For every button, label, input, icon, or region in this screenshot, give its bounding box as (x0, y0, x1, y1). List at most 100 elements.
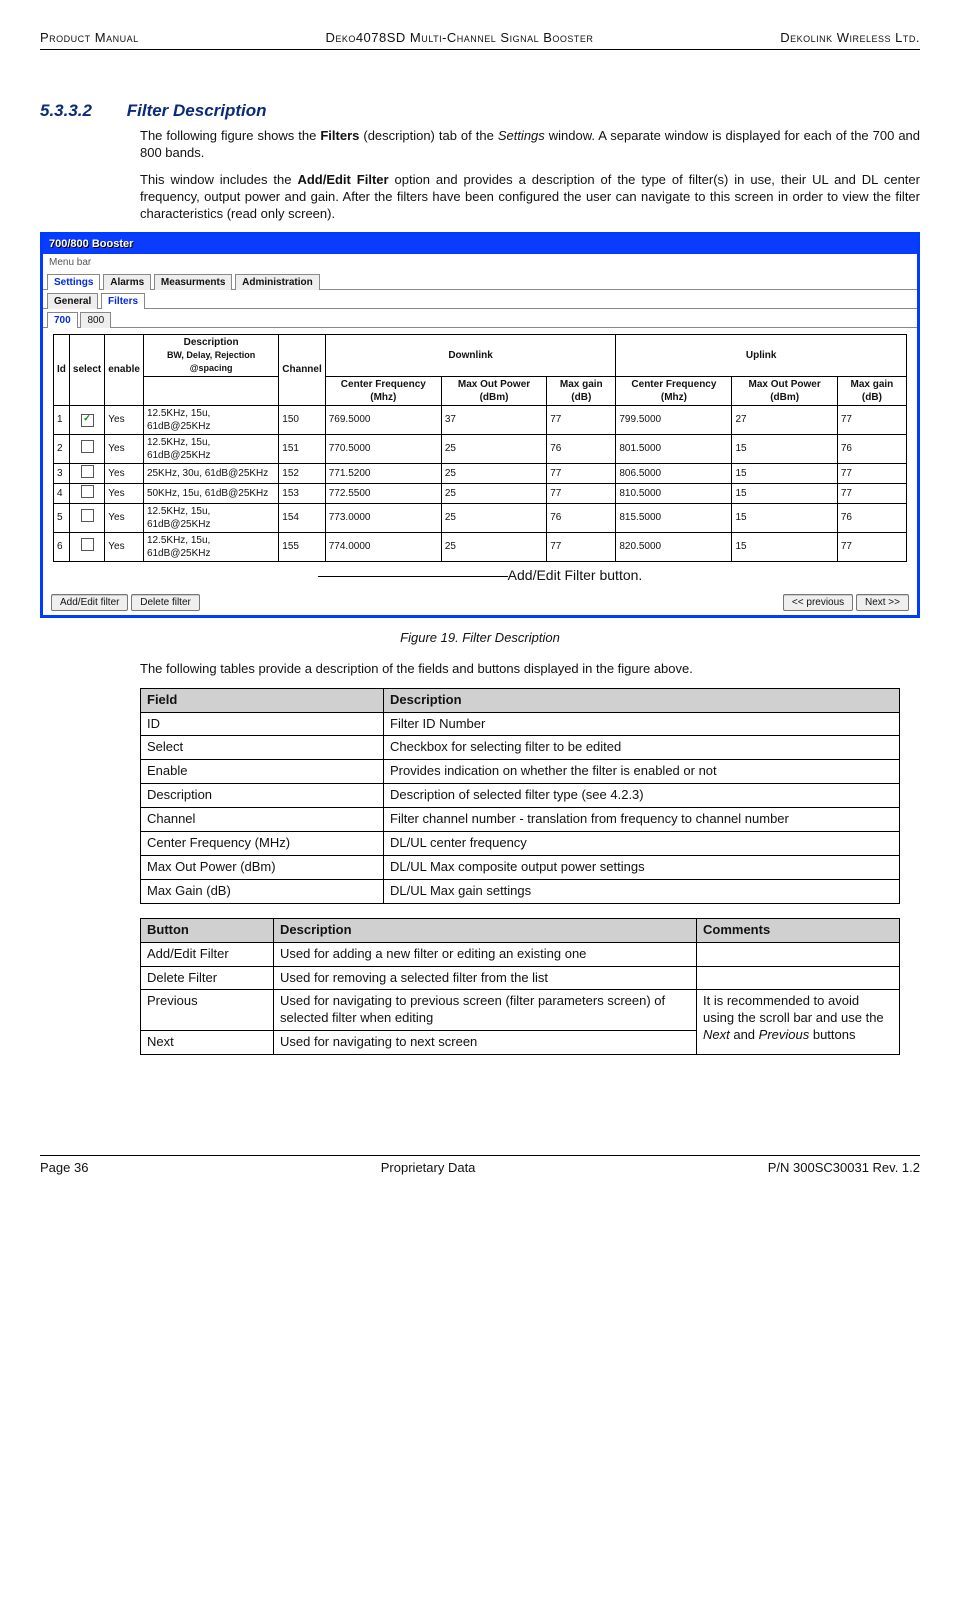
cell-desc: 12.5KHz, 15u, 61dB@25KHz (143, 405, 278, 434)
tabstrip-sub2: 700 800 (43, 311, 917, 327)
table-row: Max Gain (dB)DL/UL Max gain settings (141, 879, 900, 903)
tab-measurements[interactable]: Measurments (154, 274, 232, 290)
cell-ul-maxout: 15 (732, 532, 837, 561)
cell-ul-maxout: 15 (732, 503, 837, 532)
cell-enable: Yes (105, 463, 144, 483)
section-heading: 5.3.3.2 Filter Description (40, 100, 920, 122)
cell-desc: 50KHz, 15u, 61dB@25KHz (143, 483, 278, 503)
page-footer: Page 36 Proprietary Data P/N 300SC30031 … (40, 1155, 920, 1177)
italic-text: Previous (759, 1027, 810, 1042)
col-description: Description BW, Delay, Rejection @spacin… (143, 334, 278, 376)
add-edit-filter-button[interactable]: Add/Edit filter (51, 594, 128, 611)
col-dl-maxout: Max Out Power (dBm) (441, 376, 546, 405)
cell-channel: 154 (279, 503, 325, 532)
cell-dl-maxgain: 77 (547, 483, 616, 503)
cell-dl-maxgain: 77 (547, 532, 616, 561)
col-select: select (69, 334, 104, 405)
col-ul-maxout: Max Out Power (dBm) (732, 376, 837, 405)
checkbox-icon[interactable] (81, 440, 94, 453)
cell-channel: 155 (279, 532, 325, 561)
cell-select[interactable] (69, 532, 104, 561)
table-row: Previous Used for navigating to previous… (141, 990, 900, 1031)
cell: ID (141, 712, 384, 736)
cell-select[interactable] (69, 463, 104, 483)
text: The following figure shows the (140, 128, 320, 143)
cell: Used for removing a selected filter from… (274, 966, 697, 990)
buttons-head-button: Button (141, 918, 274, 942)
checkbox-icon[interactable] (81, 465, 94, 478)
cell-desc: 12.5KHz, 15u, 61dB@25KHz (143, 434, 278, 463)
tab-alarms[interactable]: Alarms (103, 274, 151, 290)
callout-add-edit: Add/Edit Filter button. (53, 566, 907, 584)
cell-select[interactable] (69, 503, 104, 532)
cell-dl-center: 773.0000 (325, 503, 441, 532)
text: BW, Delay, Rejection @spacing (167, 350, 255, 373)
paragraph-2: This window includes the Add/Edit Filter… (140, 172, 920, 223)
cell-ul-center: 810.5000 (616, 483, 732, 503)
section-number: 5.3.3.2 (40, 101, 92, 120)
footer-center: Proprietary Data (381, 1160, 476, 1177)
cell-channel: 151 (279, 434, 325, 463)
cell-id: 1 (54, 405, 70, 434)
previous-button[interactable]: << previous (783, 594, 853, 611)
tab-general[interactable]: General (47, 293, 98, 309)
cell-dl-center: 769.5000 (325, 405, 441, 434)
table-row: IDFilter ID Number (141, 712, 900, 736)
tab-filters[interactable]: Filters (101, 293, 145, 309)
cell: Checkbox for selecting filter to be edit… (384, 736, 900, 760)
figure-caption: Figure 19. Filter Description (40, 630, 920, 647)
cell-ul-center: 806.5000 (616, 463, 732, 483)
buttons-head-desc: Description (274, 918, 697, 942)
cell: Delete Filter (141, 966, 274, 990)
cell-ul-maxgain: 77 (837, 405, 906, 434)
table-row: 3Yes25KHz, 30u, 61dB@25KHz152771.5200257… (54, 463, 907, 483)
cell-select[interactable] (69, 483, 104, 503)
cell-desc: 25KHz, 30u, 61dB@25KHz (143, 463, 278, 483)
cell-id: 4 (54, 483, 70, 503)
delete-filter-button[interactable]: Delete filter (131, 594, 200, 611)
cell-ul-center: 799.5000 (616, 405, 732, 434)
table-row: 2Yes12.5KHz, 15u, 61dB@25KHz151770.50002… (54, 434, 907, 463)
cell-ul-maxout: 15 (732, 483, 837, 503)
cell-select[interactable] (69, 434, 104, 463)
col-ul-maxgain: Max gain (dB) (837, 376, 906, 405)
checkbox-icon[interactable] (81, 414, 94, 427)
cell-dl-maxout: 25 (441, 532, 546, 561)
col-dl-center: Center Frequency (Mhz) (325, 376, 441, 405)
cell: Filter ID Number (384, 712, 900, 736)
tab-administration[interactable]: Administration (235, 274, 320, 290)
cell-dl-center: 774.0000 (325, 532, 441, 561)
cell: DL/UL center frequency (384, 832, 900, 856)
cell-desc: 12.5KHz, 15u, 61dB@25KHz (143, 532, 278, 561)
cell-ul-maxout: 27 (732, 405, 837, 434)
checkbox-icon[interactable] (81, 485, 94, 498)
checkbox-icon[interactable] (81, 538, 94, 551)
table-row: Center Frequency (MHz)DL/UL center frequ… (141, 832, 900, 856)
cell-ul-maxout: 15 (732, 434, 837, 463)
italic-text: Settings (498, 128, 545, 143)
cell-dl-maxout: 25 (441, 483, 546, 503)
tab-700[interactable]: 700 (47, 312, 78, 328)
tab-800[interactable]: 800 (80, 312, 111, 328)
cell-ul-center: 820.5000 (616, 532, 732, 561)
colgroup-downlink: Downlink (325, 334, 616, 376)
cell: Max Out Power (dBm) (141, 855, 384, 879)
cell-channel: 152 (279, 463, 325, 483)
cell: Previous (141, 990, 274, 1031)
checkbox-icon[interactable] (81, 509, 94, 522)
footer-left: Page 36 (40, 1160, 88, 1177)
next-button[interactable]: Next >> (856, 594, 909, 611)
col-dl-maxgain: Max gain (dB) (547, 376, 616, 405)
text: It is recommended to avoid using the scr… (703, 993, 884, 1025)
cell: Used for adding a new filter or editing … (274, 942, 697, 966)
tab-settings[interactable]: Settings (47, 274, 100, 290)
cell-select[interactable] (69, 405, 104, 434)
tables-intro: The following tables provide a descripti… (140, 661, 920, 678)
cell-ul-maxgain: 77 (837, 483, 906, 503)
table-row: 4Yes50KHz, 15u, 61dB@25KHz153772.5500257… (54, 483, 907, 503)
cell-dl-center: 772.5500 (325, 483, 441, 503)
table-row: Add/Edit Filter Used for adding a new fi… (141, 942, 900, 966)
cell-dl-maxgain: 76 (547, 503, 616, 532)
col-id: Id (54, 334, 70, 405)
cell-enable: Yes (105, 405, 144, 434)
